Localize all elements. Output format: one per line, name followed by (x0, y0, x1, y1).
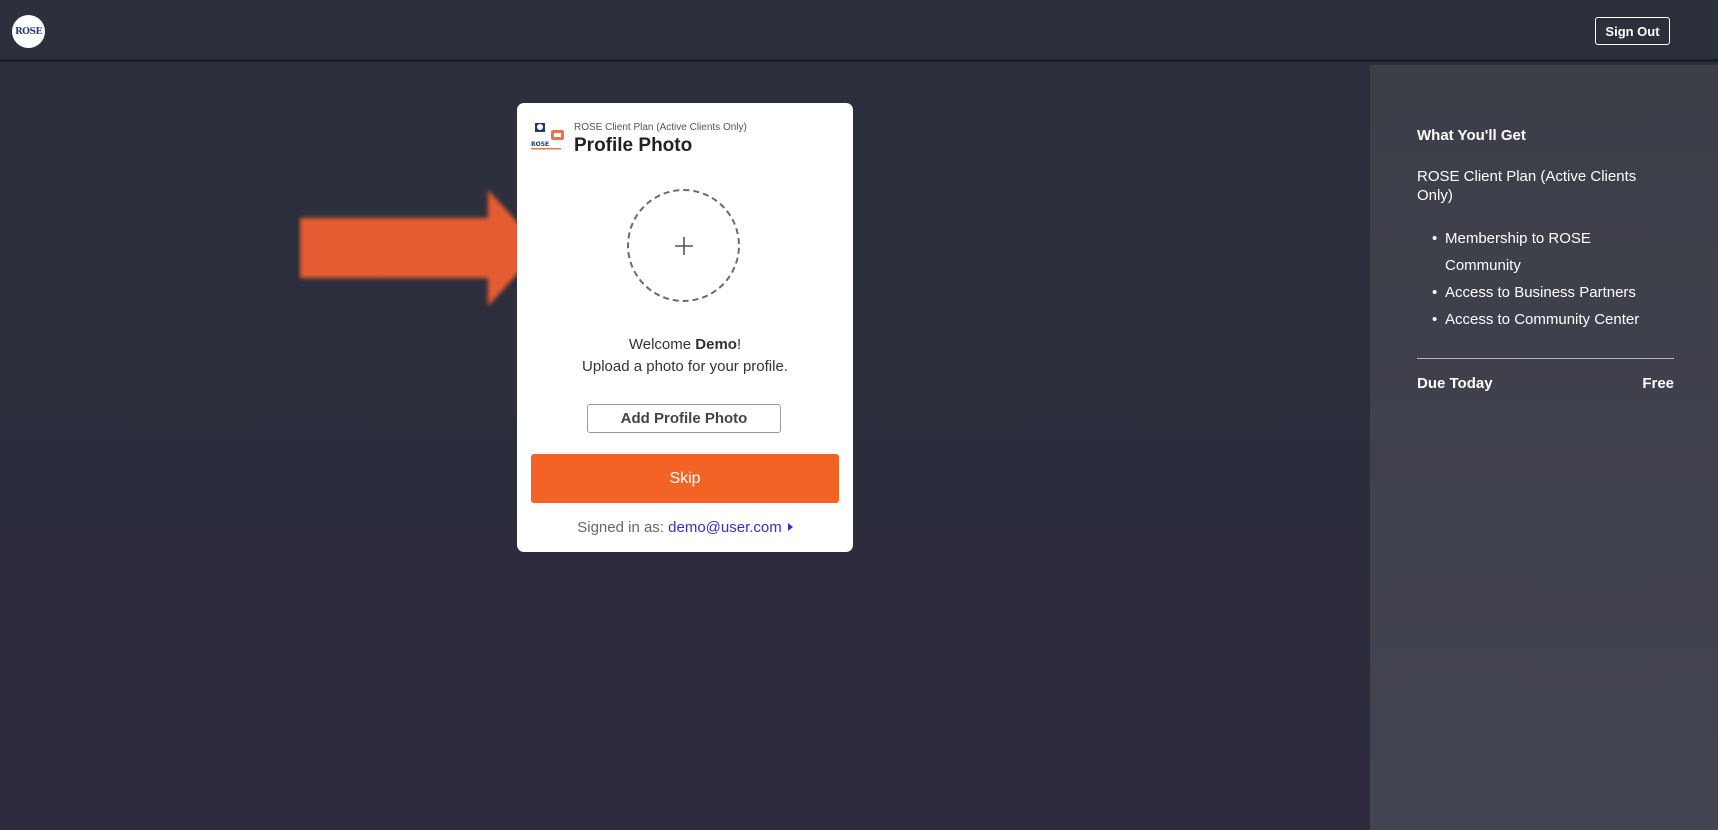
sign-out-button[interactable]: Sign Out (1595, 17, 1670, 45)
order-summary-panel: What You'll Get ROSE Client Plan (Active… (1370, 65, 1718, 830)
rose-card-logo-icon: ROSE (531, 123, 564, 150)
welcome-message: Welcome Demo! (517, 336, 853, 353)
skip-button[interactable]: Skip (531, 454, 839, 503)
plan-subtitle: ROSE Client Plan (Active Clients Only) (574, 122, 747, 133)
user-name: Demo (695, 336, 737, 353)
summary-heading: What You'll Get (1417, 127, 1526, 144)
email-text: demo@user.com (668, 519, 782, 536)
account-email-link[interactable]: demo@user.com (668, 519, 793, 536)
plus-icon (674, 236, 693, 255)
add-profile-photo-button[interactable]: Add Profile Photo (587, 404, 781, 433)
rose-logo[interactable]: ROSE (12, 15, 45, 48)
welcome-suffix: ! (736, 336, 742, 353)
list-item: Access to Business Partners (1432, 279, 1652, 306)
due-today-label: Due Today (1417, 375, 1493, 392)
signed-in-status: Signed in as: demo@user.com (517, 519, 853, 536)
photo-upload-circle[interactable] (627, 189, 740, 302)
welcome-prefix: Welcome (628, 336, 696, 353)
benefits-list: Membership to ROSE Community Access to B… (1432, 225, 1652, 333)
divider (1417, 358, 1674, 359)
summary-plan-name: ROSE Client Plan (Active Clients Only) (1417, 168, 1637, 204)
signed-in-label: Signed in as: (577, 519, 669, 536)
svg-text:ROSE: ROSE (531, 141, 549, 148)
profile-photo-card: ROSE ROSE Client Plan (Active Clients On… (517, 103, 853, 552)
page-title: Profile Photo (574, 135, 693, 156)
list-item: Access to Community Center (1432, 306, 1652, 333)
annotation-arrow-icon (300, 190, 541, 306)
top-bar: ROSE Sign Out (0, 0, 1718, 62)
list-item: Membership to ROSE Community (1432, 225, 1652, 279)
due-today-value: Free (1642, 375, 1674, 392)
logo-text: ROSE (15, 26, 42, 37)
caret-right-icon (787, 523, 793, 531)
upload-instructions: Upload a photo for your profile. (582, 358, 788, 375)
